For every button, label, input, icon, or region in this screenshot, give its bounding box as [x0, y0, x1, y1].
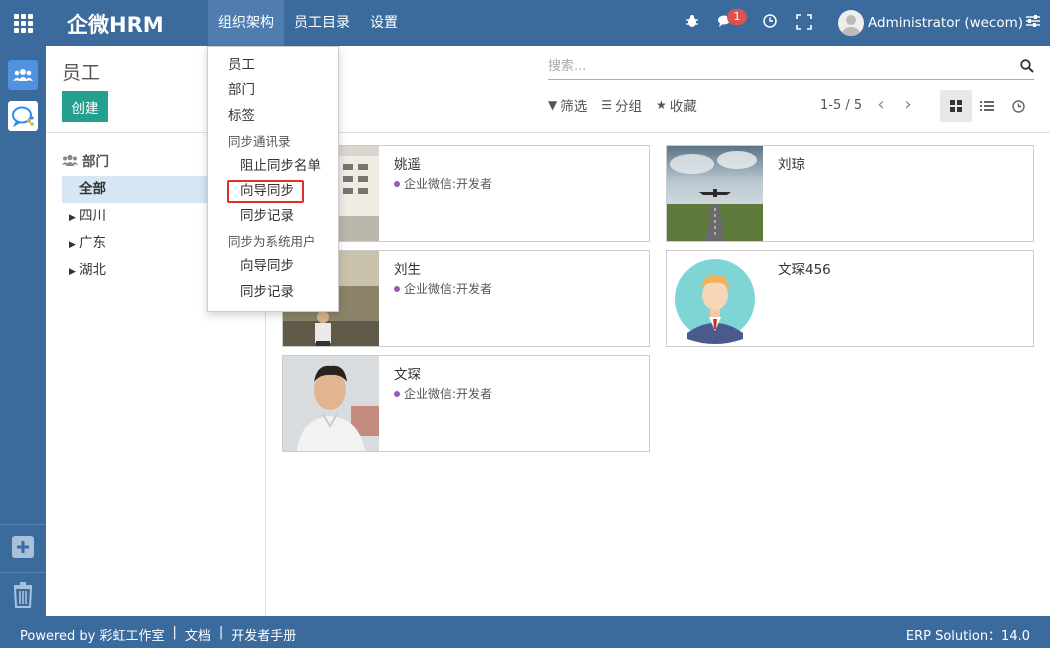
employee-name: 刘琼 [778, 157, 805, 173]
kanban-view-button[interactable] [940, 90, 972, 122]
user-menu[interactable]: Administrator (wecom) [838, 10, 1023, 36]
list-view-button[interactable] [971, 90, 1003, 122]
pager-next-icon[interactable]: › [898, 96, 918, 116]
user-name: Administrator (wecom) [868, 15, 1024, 31]
user-avatar [838, 10, 864, 36]
employee-photo [283, 356, 379, 451]
footer-dev-manual-link[interactable]: 开发者手册 [231, 625, 296, 644]
filter-funnel-icon: ▼ [548, 98, 558, 112]
apps-grid-icon [13, 13, 33, 33]
menu-settings[interactable]: 设置 [360, 0, 408, 46]
create-button[interactable]: 创建 [62, 91, 108, 122]
footer-separator: | [172, 625, 177, 640]
plus-square-icon [12, 535, 34, 558]
group-by-button[interactable]: ☰ 分组 [601, 95, 642, 115]
activity-clock-icon[interactable] [761, 14, 779, 32]
clock-icon [1011, 99, 1025, 113]
search-icon[interactable] [1020, 59, 1034, 73]
dropdown-section-sync-users: 同步为系统用户 [228, 234, 316, 249]
employee-avatar-illustration [667, 251, 763, 346]
department-panel-header: 部门 [62, 150, 109, 170]
pager-previous-icon[interactable]: ‹ [871, 96, 891, 116]
debug-bug-icon[interactable] [683, 14, 701, 32]
app-brand[interactable]: 企微HRM [67, 9, 164, 39]
menu-employee-directory[interactable]: 员工目录 [284, 0, 360, 46]
kanban-grid-icon [950, 100, 962, 112]
messages-count-badge: 1 [727, 9, 747, 25]
dropdown-item-sync-log-users[interactable]: 同步记录 [208, 280, 338, 305]
control-panel-divider [46, 132, 1050, 133]
activity-view-button[interactable] [1002, 90, 1034, 122]
caret-right-icon[interactable]: ▶ [69, 232, 79, 259]
dropdown-section-sync-contacts: 同步通讯录 [228, 134, 291, 149]
page-title: 员工 [62, 62, 101, 84]
employee-photo [667, 146, 763, 241]
employee-card[interactable]: 刘琼 [666, 145, 1034, 242]
apps-menu-button[interactable] [0, 0, 46, 46]
filter-button[interactable]: ▼ 筛选 [548, 95, 587, 115]
employee-name: 姚遥 [394, 157, 421, 173]
menu-org-structure[interactable]: 组织架构 [208, 0, 284, 46]
settings-sliders-icon[interactable] [1024, 14, 1042, 32]
wecom-logo-icon [12, 106, 34, 127]
employee-name: 刘生 [394, 262, 421, 278]
trash-icon [13, 581, 33, 608]
sidebar-app-employees[interactable] [8, 60, 38, 90]
sidebar-app-wecom[interactable] [8, 101, 38, 131]
pager-value[interactable]: 1-5 / 5 [820, 98, 862, 113]
favorites-button[interactable]: ★ 收藏 [656, 95, 697, 115]
footer-powered-by[interactable]: Powered by 彩虹工作室 [20, 625, 164, 644]
dropdown-item-sync-log-contacts[interactable]: 同步记录 [208, 204, 338, 229]
search-input[interactable] [548, 53, 1008, 79]
employee-name: 文琛456 [778, 262, 831, 278]
group-bars-icon: ☰ [601, 98, 612, 112]
employee-tag: 企业微信:开发者 [394, 385, 492, 402]
search-bar [548, 53, 1034, 80]
search-options: ▼ 筛选 ☰ 分组 ★ 收藏 [548, 95, 711, 115]
dropdown-item-employees[interactable]: 员工 [208, 53, 338, 78]
org-structure-dropdown: 员工 部门 标签 同步通讯录 阻止同步名单 向导同步 同步记录 同步为系统用户 … [207, 46, 339, 312]
list-icon [980, 101, 994, 111]
top-menu: 组织架构 员工目录 设置 [208, 0, 408, 46]
app-sidebar [0, 46, 46, 616]
sidebar-trash-button[interactable] [0, 572, 46, 616]
top-navbar: 企微HRM 组织架构 员工目录 设置 1 Administrator (weco… [0, 0, 1050, 46]
employee-tag: 企业微信:开发者 [394, 280, 492, 297]
caret-right-icon[interactable]: ▶ [69, 259, 79, 286]
employee-card[interactable]: 文琛 企业微信:开发者 [282, 355, 650, 452]
fullscreen-expand-icon[interactable] [795, 14, 813, 32]
footer-version: ERP Solution：14.0 [905, 629, 1030, 644]
dropdown-item-tags[interactable]: 标签 [208, 104, 338, 129]
employee-name: 文琛 [394, 367, 421, 383]
sidebar-add-app-button[interactable] [0, 524, 46, 568]
employee-card[interactable]: 文琛456 [666, 250, 1034, 347]
dropdown-item-block-sync-list[interactable]: 阻止同步名单 [208, 154, 338, 179]
footer-docs-link[interactable]: 文档 [185, 625, 211, 644]
star-icon: ★ [656, 98, 667, 112]
dropdown-item-wizard-sync-users[interactable]: 向导同步 [208, 254, 338, 279]
caret-right-icon[interactable]: ▶ [69, 205, 79, 232]
employee-tag: 企业微信:开发者 [394, 175, 492, 192]
users-group-icon [62, 154, 78, 166]
footer-bar: Powered by 彩虹工作室 | 文档 | 开发者手册 ERP Soluti… [0, 616, 1050, 648]
footer-separator: | [218, 625, 224, 640]
users-group-icon [13, 69, 33, 81]
dropdown-item-wizard-sync-contacts[interactable]: 向导同步 [208, 179, 338, 204]
dropdown-item-departments[interactable]: 部门 [208, 78, 338, 103]
